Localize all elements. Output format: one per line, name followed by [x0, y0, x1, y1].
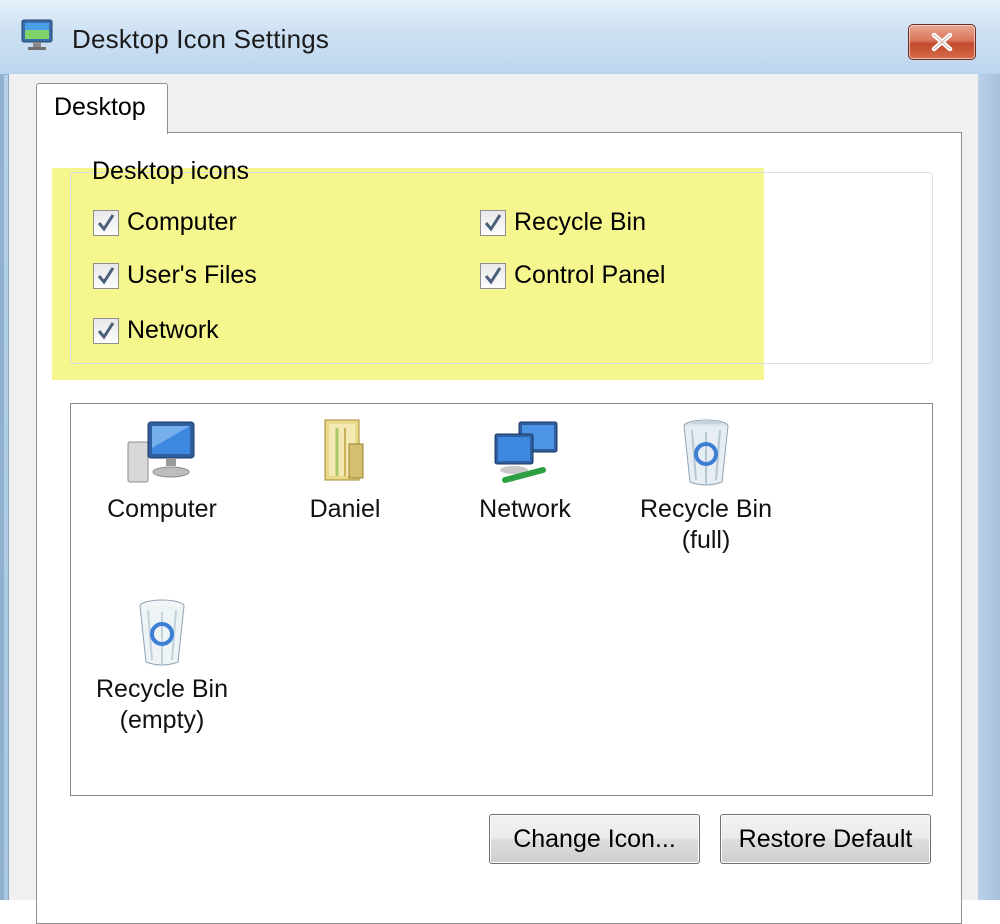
network-icon — [494, 421, 558, 483]
icon-label-line2: (empty) — [119, 706, 205, 734]
checkbox-checked-icon — [480, 209, 506, 236]
checkbox-control-panel[interactable]: Control Panel — [480, 261, 665, 290]
icon-item-network[interactable]: Network — [455, 414, 595, 525]
recycle-bin-full-icon — [683, 419, 729, 486]
user-folder-icon — [324, 419, 364, 481]
icon-label: Network — [479, 495, 571, 523]
checkbox-network[interactable]: Network — [93, 316, 219, 345]
checkbox-checked-icon — [480, 262, 506, 289]
dialog-window: Desktop Icon Settings Desktop Desktop ic… — [0, 0, 1000, 924]
icon-item-recycle-bin-full[interactable]: Recycle Bin (full) — [626, 414, 786, 556]
icon-item-computer[interactable]: Computer — [92, 414, 232, 525]
checkbox-label: Control Panel — [514, 261, 666, 289]
checkbox-label: Recycle Bin — [514, 208, 646, 236]
icon-item-recycle-bin-empty[interactable]: Recycle Bin (empty) — [82, 594, 242, 736]
icon-label: Recycle Bin — [96, 675, 228, 703]
icon-label-line2: (full) — [681, 526, 731, 554]
icon-item-user-folder[interactable]: Daniel — [275, 414, 415, 525]
checkbox-checked-icon — [93, 317, 119, 344]
checkbox-label: Computer — [127, 208, 237, 236]
window-border-right — [978, 74, 1000, 900]
checkbox-recycle-bin[interactable]: Recycle Bin — [480, 208, 646, 237]
window-title: Desktop Icon Settings — [72, 24, 330, 54]
icon-label: Computer — [107, 495, 217, 523]
window-border — [0, 0, 4, 900]
change-icon-button[interactable]: Change Icon... — [489, 814, 700, 864]
checkbox-checked-icon — [93, 209, 119, 236]
tab-desktop[interactable]: Desktop — [36, 83, 168, 134]
checkbox-checked-icon — [93, 262, 119, 289]
checkbox-label: User's Files — [127, 261, 257, 289]
checkbox-users-files[interactable]: User's Files — [93, 261, 257, 290]
groupbox-title: Desktop icons — [92, 157, 250, 185]
close-button[interactable] — [908, 24, 976, 60]
close-icon — [931, 32, 953, 52]
icon-label: Daniel — [309, 495, 381, 523]
display-settings-icon — [21, 19, 53, 50]
title-bar[interactable]: Desktop Icon Settings — [0, 0, 1000, 75]
checkbox-label: Network — [127, 316, 219, 344]
restore-default-button[interactable]: Restore Default — [720, 814, 931, 864]
tab-desktop-label: Desktop — [54, 93, 146, 121]
computer-icon — [127, 421, 195, 483]
icon-label: Recycle Bin — [640, 495, 772, 523]
recycle-bin-empty-icon — [139, 599, 185, 666]
checkbox-computer[interactable]: Computer — [93, 208, 237, 237]
